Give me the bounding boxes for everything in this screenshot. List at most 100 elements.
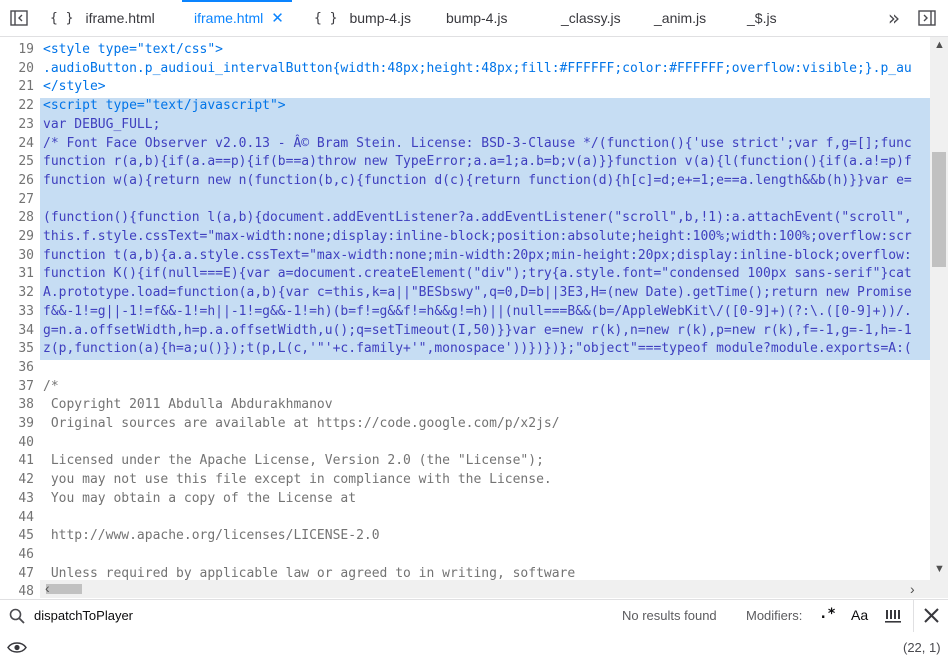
code-line[interactable]: 21 </style> [0, 78, 930, 97]
search-input[interactable]: dispatchToPlayer [34, 608, 133, 623]
code-editor[interactable]: 19 <style type="text/css"> 20 .audioButton.… [0, 37, 948, 598]
code-line[interactable]: 35 z(p,function(a){h=a;u()});t(p,L(c,'"'+… [0, 340, 930, 359]
tab-0[interactable]: { } iframe.html [50, 0, 155, 36]
line-number[interactable]: 23 [0, 116, 34, 135]
line-number[interactable]: 40 [0, 434, 34, 453]
line-number[interactable]: 28 [0, 209, 34, 228]
line-number[interactable]: 27 [0, 191, 34, 210]
tab-label: _classy.js [561, 10, 621, 26]
horizontal-scroll-thumb[interactable] [46, 584, 82, 594]
scroll-down-icon[interactable]: ▼ [934, 563, 945, 575]
line-number[interactable]: 37 [0, 378, 34, 397]
more-tabs-button[interactable]: » [884, 6, 904, 30]
toggle-debugger-pane-button[interactable] [917, 8, 937, 28]
toggle-sources-pane-button[interactable] [9, 8, 29, 28]
code-line[interactable]: 24 /* Font Face Observer v2.0.13 - Â© Bra… [0, 135, 930, 154]
code-line[interactable]: 40 [0, 434, 930, 453]
line-number[interactable]: 43 [0, 490, 34, 509]
code-line[interactable]: 25 function r(a,b){if(a.a==p){if(b==a)thr… [0, 153, 930, 172]
line-number[interactable]: 41 [0, 452, 34, 471]
line-text: g=n.a.offsetWidth,h=p.a.offsetWidth,u();… [43, 322, 912, 338]
line-number[interactable]: 39 [0, 415, 34, 434]
close-search-icon[interactable] [924, 608, 939, 623]
line-number[interactable]: 47 [0, 565, 34, 584]
line-number[interactable]: 45 [0, 527, 34, 546]
case-sensitive-modifier-button[interactable]: Aa [851, 607, 868, 623]
code-line[interactable]: 34 g=n.a.offsetWidth,h=p.a.offsetWidth,u(… [0, 322, 930, 341]
line-text: Original sources are available at https:… [43, 416, 560, 431]
line-text: </style> [43, 79, 106, 95]
line-number[interactable]: 19 [0, 41, 34, 60]
eye-icon[interactable] [7, 641, 27, 654]
code-line[interactable]: 31 function K(){if(null===E){var a=docume… [0, 265, 930, 284]
line-text: you may not use this file except in comp… [43, 472, 552, 488]
code-line[interactable]: 30 function t(a,b){a.a.style.cssText="max… [0, 247, 930, 266]
horizontal-scrollbar[interactable]: › [40, 580, 930, 598]
code-line[interactable]: 37 /* [0, 378, 930, 397]
code-line[interactable]: 29 this.f.style.cssText="max-width:none;d… [0, 228, 930, 247]
code-line[interactable]: 44 [0, 509, 930, 528]
code-line[interactable]: 39 Original sources are available at htt… [0, 415, 930, 434]
whole-word-icon[interactable] [884, 608, 902, 624]
line-number[interactable]: 33 [0, 303, 34, 322]
code-line[interactable]: 27 [0, 191, 930, 210]
line-text: (function(){function l(a,b){document.add… [43, 210, 912, 226]
scroll-right-icon[interactable]: › [910, 581, 915, 597]
line-number[interactable]: 42 [0, 471, 34, 490]
code-line[interactable]: 43 You may obtain a copy of the License … [0, 490, 930, 509]
line-number[interactable]: 34 [0, 322, 34, 341]
line-number[interactable]: 29 [0, 228, 34, 247]
tab-4[interactable]: _classy.js [561, 0, 621, 36]
tab-3[interactable]: bump-4.js [446, 0, 507, 36]
vertical-scrollbar[interactable]: ▲ ▼ [930, 37, 948, 598]
tab-1[interactable]: iframe.html ✕ [182, 0, 292, 36]
modifiers-label: Modifiers: [746, 608, 803, 623]
tab-5[interactable]: _anim.js [654, 0, 706, 36]
code-line[interactable]: 33 f&&-1!=g||-1!=f&&-1!=h||-1!=g&&-1!=h)(… [0, 303, 930, 322]
code-line[interactable]: 19 <style type="text/css"> [0, 41, 930, 60]
code-line[interactable]: 46 [0, 546, 930, 565]
code-line[interactable]: 41 Licensed under the Apache License, Ve… [0, 452, 930, 471]
line-number[interactable]: 35 [0, 340, 34, 359]
active-tab-indicator [182, 0, 292, 2]
line-number[interactable]: 30 [0, 247, 34, 266]
line-number[interactable]: 31 [0, 265, 34, 284]
code-line[interactable]: 26 function w(a){return new n(function(b,… [0, 172, 930, 191]
line-number[interactable]: 44 [0, 509, 34, 528]
code-line[interactable]: 45 http://www.apache.org/licenses/LICENS… [0, 527, 930, 546]
regex-modifier-button[interactable]: .* [819, 606, 836, 622]
code-line[interactable]: 32 A.prototype.load=function(a,b){var c=t… [0, 284, 930, 303]
code-line[interactable]: 38 Copyright 2011 Abdulla Abdurakhmanov [0, 396, 930, 415]
code-line[interactable]: 36 [0, 359, 930, 378]
scroll-up-icon[interactable]: ▲ [934, 39, 945, 51]
code-line[interactable]: 20 .audioButton.p_audioui_intervalButton{… [0, 60, 930, 79]
line-text: function t(a,b){a.a.style.cssText="max-w… [43, 247, 912, 263]
scroll-left-icon[interactable]: ‹ [45, 580, 50, 596]
line-number[interactable]: 48 [0, 583, 34, 598]
line-number[interactable]: 36 [0, 359, 34, 378]
tab-6[interactable]: _$.js [747, 0, 777, 36]
code-line[interactable]: 28 (function(){function l(a,b){document.a… [0, 209, 930, 228]
line-number[interactable]: 26 [0, 172, 34, 191]
tab-2[interactable]: { } bump-4.js [314, 0, 411, 36]
line-number[interactable]: 24 [0, 135, 34, 154]
line-text: var DEBUG_FULL; [43, 116, 161, 132]
line-number[interactable]: 32 [0, 284, 34, 303]
line-text: function K(){if(null===E){var a=document… [43, 266, 912, 282]
line-number[interactable]: 25 [0, 153, 34, 172]
line-text: You may obtain a copy of the License at [43, 490, 357, 506]
line-number[interactable]: 20 [0, 60, 34, 79]
pane-collapse-icon [10, 10, 28, 26]
code-line[interactable]: 22 <script type="text/javascript"> [0, 97, 930, 116]
chevron-double-right-icon: » [887, 6, 901, 30]
line-number[interactable]: 38 [0, 396, 34, 415]
tab-label: bump-4.js [349, 10, 411, 26]
line-number[interactable]: 22 [0, 97, 34, 116]
line-number[interactable]: 21 [0, 78, 34, 97]
search-divider [913, 600, 914, 632]
close-tab-icon[interactable]: ✕ [271, 9, 284, 27]
line-number[interactable]: 46 [0, 546, 34, 565]
code-line[interactable]: 23 var DEBUG_FULL; [0, 116, 930, 135]
vertical-scroll-thumb[interactable] [932, 152, 946, 267]
code-line[interactable]: 42 you may not use this file except in c… [0, 471, 930, 490]
